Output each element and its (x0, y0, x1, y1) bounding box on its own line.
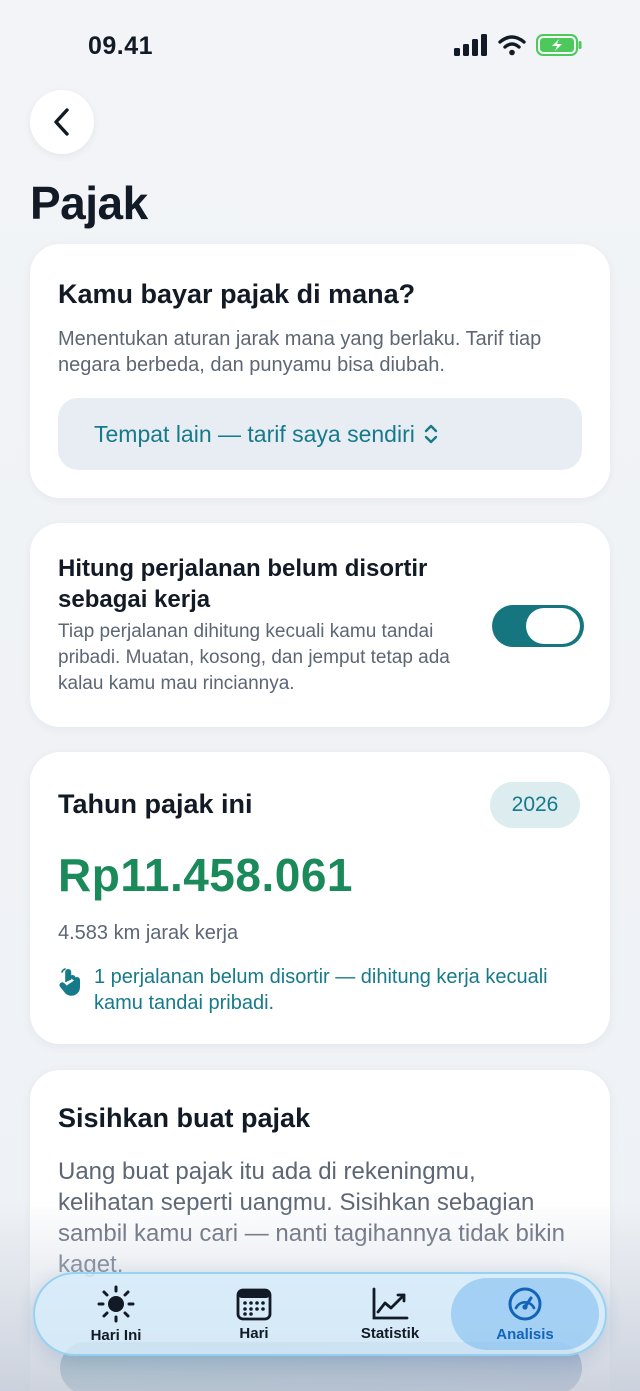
gauge-icon (508, 1287, 542, 1320)
unsorted-card-title: Hitung perjalanan belum disortir sebagai… (58, 555, 428, 613)
tax-screen: 09.41 Pajak Kamu bayar pajak di mana? Me… (0, 0, 640, 1391)
tax-amount: Rp11.458.061 (58, 849, 354, 901)
unsorted-note-text: 1 perjalanan belum disortir — dihitung k… (94, 966, 548, 1014)
tab-bar: Hari Ini Hari Statistik Analisis (33, 1272, 607, 1356)
chevron-left-icon (54, 108, 69, 136)
tab-analisis[interactable]: Analisis (451, 1278, 599, 1350)
status-time: 09.41 (88, 32, 154, 60)
unsorted-note[interactable]: 1 perjalanan belum disortir — dihitung k… (58, 964, 558, 1016)
chart-icon (372, 1287, 409, 1319)
tab-hari[interactable]: Hari (185, 1274, 323, 1354)
tab-label: Statistik (360, 1324, 420, 1342)
tab-statistik[interactable]: Statistik (321, 1274, 459, 1354)
back-button[interactable] (30, 90, 94, 154)
toggle-knob (526, 608, 580, 644)
calendar-icon (236, 1288, 272, 1320)
signal-icon (454, 34, 487, 56)
hand-tap-icon (59, 968, 80, 996)
tax-region-card: Kamu bayar pajak di mana? Menentukan atu… (30, 244, 610, 498)
tab-label: Hari Ini (90, 1326, 142, 1344)
region-select-value: Tempat lain — tarif saya sendiri (94, 420, 415, 447)
page-title: Pajak (30, 177, 148, 229)
tab-label: Hari (239, 1324, 269, 1342)
region-card-description: Menentukan aturan jarak mana yang berlak… (58, 328, 542, 376)
battery-icon (536, 34, 582, 56)
set-aside-title: Sisihkan buat pajak (58, 1103, 311, 1133)
tab-hari-ini[interactable]: Hari Ini (47, 1274, 185, 1354)
tax-year-card: Tahun pajak ini 2026 Rp11.458.061 4.583 … (30, 752, 610, 1044)
unsorted-card-description: Tiap perjalanan dihitung kecuali kamu ta… (58, 621, 450, 694)
status-icons (454, 34, 582, 56)
count-unsorted-as-work-toggle[interactable] (492, 605, 584, 647)
wifi-icon (498, 35, 526, 56)
year-badge[interactable]: 2026 (490, 782, 580, 828)
unsorted-trips-card: Hitung perjalanan belum disortir sebagai… (30, 523, 610, 727)
tax-region-select[interactable]: Tempat lain — tarif saya sendiri (58, 398, 582, 470)
tab-label: Analisis (496, 1325, 554, 1343)
chevron-up-down-icon (423, 423, 439, 445)
region-card-title: Kamu bayar pajak di mana? (58, 279, 416, 309)
status-bar: 09.41 (0, 0, 640, 90)
work-distance: 4.583 km jarak kerja (58, 922, 239, 944)
sun-icon (97, 1285, 135, 1322)
